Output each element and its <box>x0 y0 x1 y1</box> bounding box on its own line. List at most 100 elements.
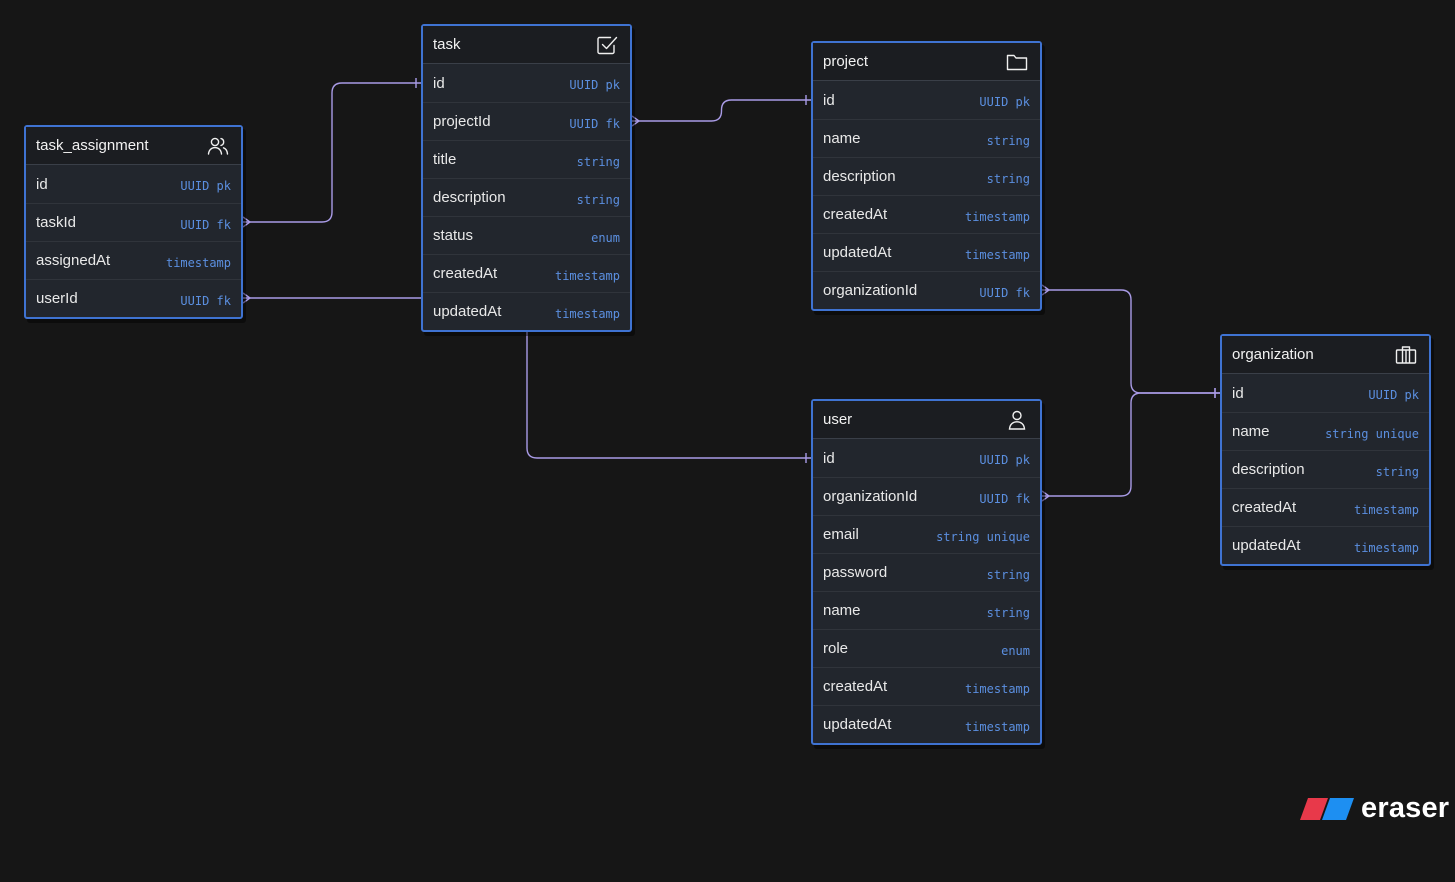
checkbox-icon <box>595 33 619 57</box>
eraser-logo-text: eraser <box>1361 792 1450 824</box>
relation-line[interactable] <box>1042 289 1220 394</box>
field-name: id <box>823 91 835 109</box>
field-name: organizationId <box>823 282 918 299</box>
field-row-name[interactable]: name string unique <box>1222 412 1429 450</box>
field-type: enum <box>1001 643 1030 658</box>
field-type: timestamp <box>964 681 1030 696</box>
field-row-updatedAt[interactable]: updatedAt timestamp <box>813 233 1040 271</box>
field-type: string <box>986 133 1030 148</box>
entity-user[interactable]: user id UUID pk organizationId UUID fk email… <box>811 399 1042 745</box>
field-row-title[interactable]: title string <box>423 140 630 178</box>
field-type: string <box>576 192 620 207</box>
field-name: organizationId <box>823 488 918 505</box>
field-type: UUID fk <box>180 293 231 308</box>
field-row-description[interactable]: description string <box>423 178 630 216</box>
field-row-updatedAt[interactable]: updatedAt timestamp <box>1222 526 1429 564</box>
field-type: timestamp <box>964 247 1030 262</box>
field-type: UUID pk <box>1368 388 1419 402</box>
entity-task[interactable]: task id UUID pk projectId UUID fk title strin… <box>421 24 632 332</box>
field-type: UUID pk <box>180 179 231 193</box>
field-row-id[interactable]: id UUID pk <box>1222 374 1429 412</box>
field-name: title <box>433 151 457 168</box>
entity-header[interactable]: task_assignment <box>26 127 241 165</box>
field-type: enum <box>591 230 620 245</box>
field-row-password[interactable]: password string <box>813 553 1040 591</box>
field-name: updatedAt <box>823 244 892 261</box>
field-row-assignedAt[interactable]: assignedAt timestamp <box>26 241 241 279</box>
relation-line[interactable] <box>1042 392 1220 497</box>
entity-title: project <box>823 53 869 70</box>
entity-header[interactable]: user <box>813 401 1040 439</box>
field-row-status[interactable]: status enum <box>423 216 630 254</box>
field-row-name[interactable]: name string <box>813 119 1040 157</box>
field-name: updatedAt <box>433 303 502 320</box>
field-row-updatedAt[interactable]: updatedAt timestamp <box>813 705 1040 743</box>
field-type: timestamp <box>964 719 1030 734</box>
field-type: UUID fk <box>979 491 1030 506</box>
relation-line[interactable] <box>243 82 421 223</box>
field-row-id[interactable]: id UUID pk <box>813 81 1040 119</box>
field-row-id[interactable]: id UUID pk <box>26 165 241 203</box>
field-row-userId[interactable]: userId UUID fk <box>26 279 241 317</box>
field-row-projectId[interactable]: projectId UUID fk <box>423 102 630 140</box>
field-row-createdAt[interactable]: createdAt timestamp <box>1222 488 1429 526</box>
field-rows: id UUID pk name string unique description str… <box>1222 374 1429 564</box>
field-row-id[interactable]: id UUID pk <box>423 64 630 102</box>
eraser-logo-icon <box>1300 797 1354 820</box>
entity-organization[interactable]: organization id UUID pk name string unique d… <box>1220 334 1431 566</box>
field-name: createdAt <box>823 678 888 695</box>
field-name: status <box>433 227 474 244</box>
field-name: name <box>823 130 861 147</box>
entity-header[interactable]: organization <box>1222 336 1429 374</box>
field-name: id <box>823 449 835 467</box>
field-rows: id UUID pk taskId UUID fk assignedAt timestam… <box>26 165 241 317</box>
field-row-role[interactable]: role enum <box>813 629 1040 667</box>
field-row-createdAt[interactable]: createdAt timestamp <box>423 254 630 292</box>
field-type: UUID pk <box>569 78 620 92</box>
field-name: assignedAt <box>36 252 111 269</box>
field-row-email[interactable]: email string unique <box>813 515 1040 553</box>
field-name: email <box>823 526 859 543</box>
field-name: projectId <box>433 113 491 130</box>
field-name: name <box>1232 423 1270 440</box>
relation-line[interactable] <box>632 99 811 122</box>
field-type: timestamp <box>554 306 620 321</box>
field-name: id <box>433 74 445 92</box>
field-row-createdAt[interactable]: createdAt timestamp <box>813 667 1040 705</box>
entity-title: task <box>433 36 461 53</box>
field-type: UUID fk <box>180 217 231 232</box>
field-name: password <box>823 564 888 581</box>
entity-task-assignment[interactable]: task_assignment id UUID pk taskId UUID fk as… <box>24 125 243 319</box>
field-row-taskId[interactable]: taskId UUID fk <box>26 203 241 241</box>
entity-project[interactable]: project id UUID pk name string description st… <box>811 41 1042 311</box>
field-type: UUID fk <box>979 285 1030 300</box>
entity-header[interactable]: project <box>813 43 1040 81</box>
field-name: updatedAt <box>1232 537 1301 554</box>
field-type: string <box>986 605 1030 620</box>
diagram-canvas[interactable]: task_assignment id UUID pk taskId UUID fk as… <box>0 0 1455 882</box>
field-row-updatedAt[interactable]: updatedAt timestamp <box>423 292 630 330</box>
field-type: string unique <box>936 529 1030 544</box>
field-type: timestamp <box>554 268 620 283</box>
entity-title: task_assignment <box>36 137 149 154</box>
field-row-organizationId[interactable]: organizationId UUID fk <box>813 271 1040 309</box>
field-type: timestamp <box>964 209 1030 224</box>
field-row-description[interactable]: description string <box>813 157 1040 195</box>
field-name: createdAt <box>1232 499 1297 516</box>
field-type: UUID fk <box>569 116 620 131</box>
folder-icon <box>1005 50 1029 74</box>
field-row-organizationId[interactable]: organizationId UUID fk <box>813 477 1040 515</box>
field-name: description <box>433 189 506 206</box>
user-icon <box>1005 408 1029 432</box>
entity-header[interactable]: task <box>423 26 630 64</box>
field-name: taskId <box>36 214 77 231</box>
field-row-createdAt[interactable]: createdAt timestamp <box>813 195 1040 233</box>
field-row-id[interactable]: id UUID pk <box>813 439 1040 477</box>
entity-title: organization <box>1232 346 1314 363</box>
field-name: createdAt <box>823 206 888 223</box>
field-row-description[interactable]: description string <box>1222 450 1429 488</box>
field-rows: id UUID pk projectId UUID fk title string desc… <box>423 64 630 330</box>
field-type: timestamp <box>1353 540 1419 555</box>
field-type: string <box>576 154 620 169</box>
field-row-name[interactable]: name string <box>813 591 1040 629</box>
